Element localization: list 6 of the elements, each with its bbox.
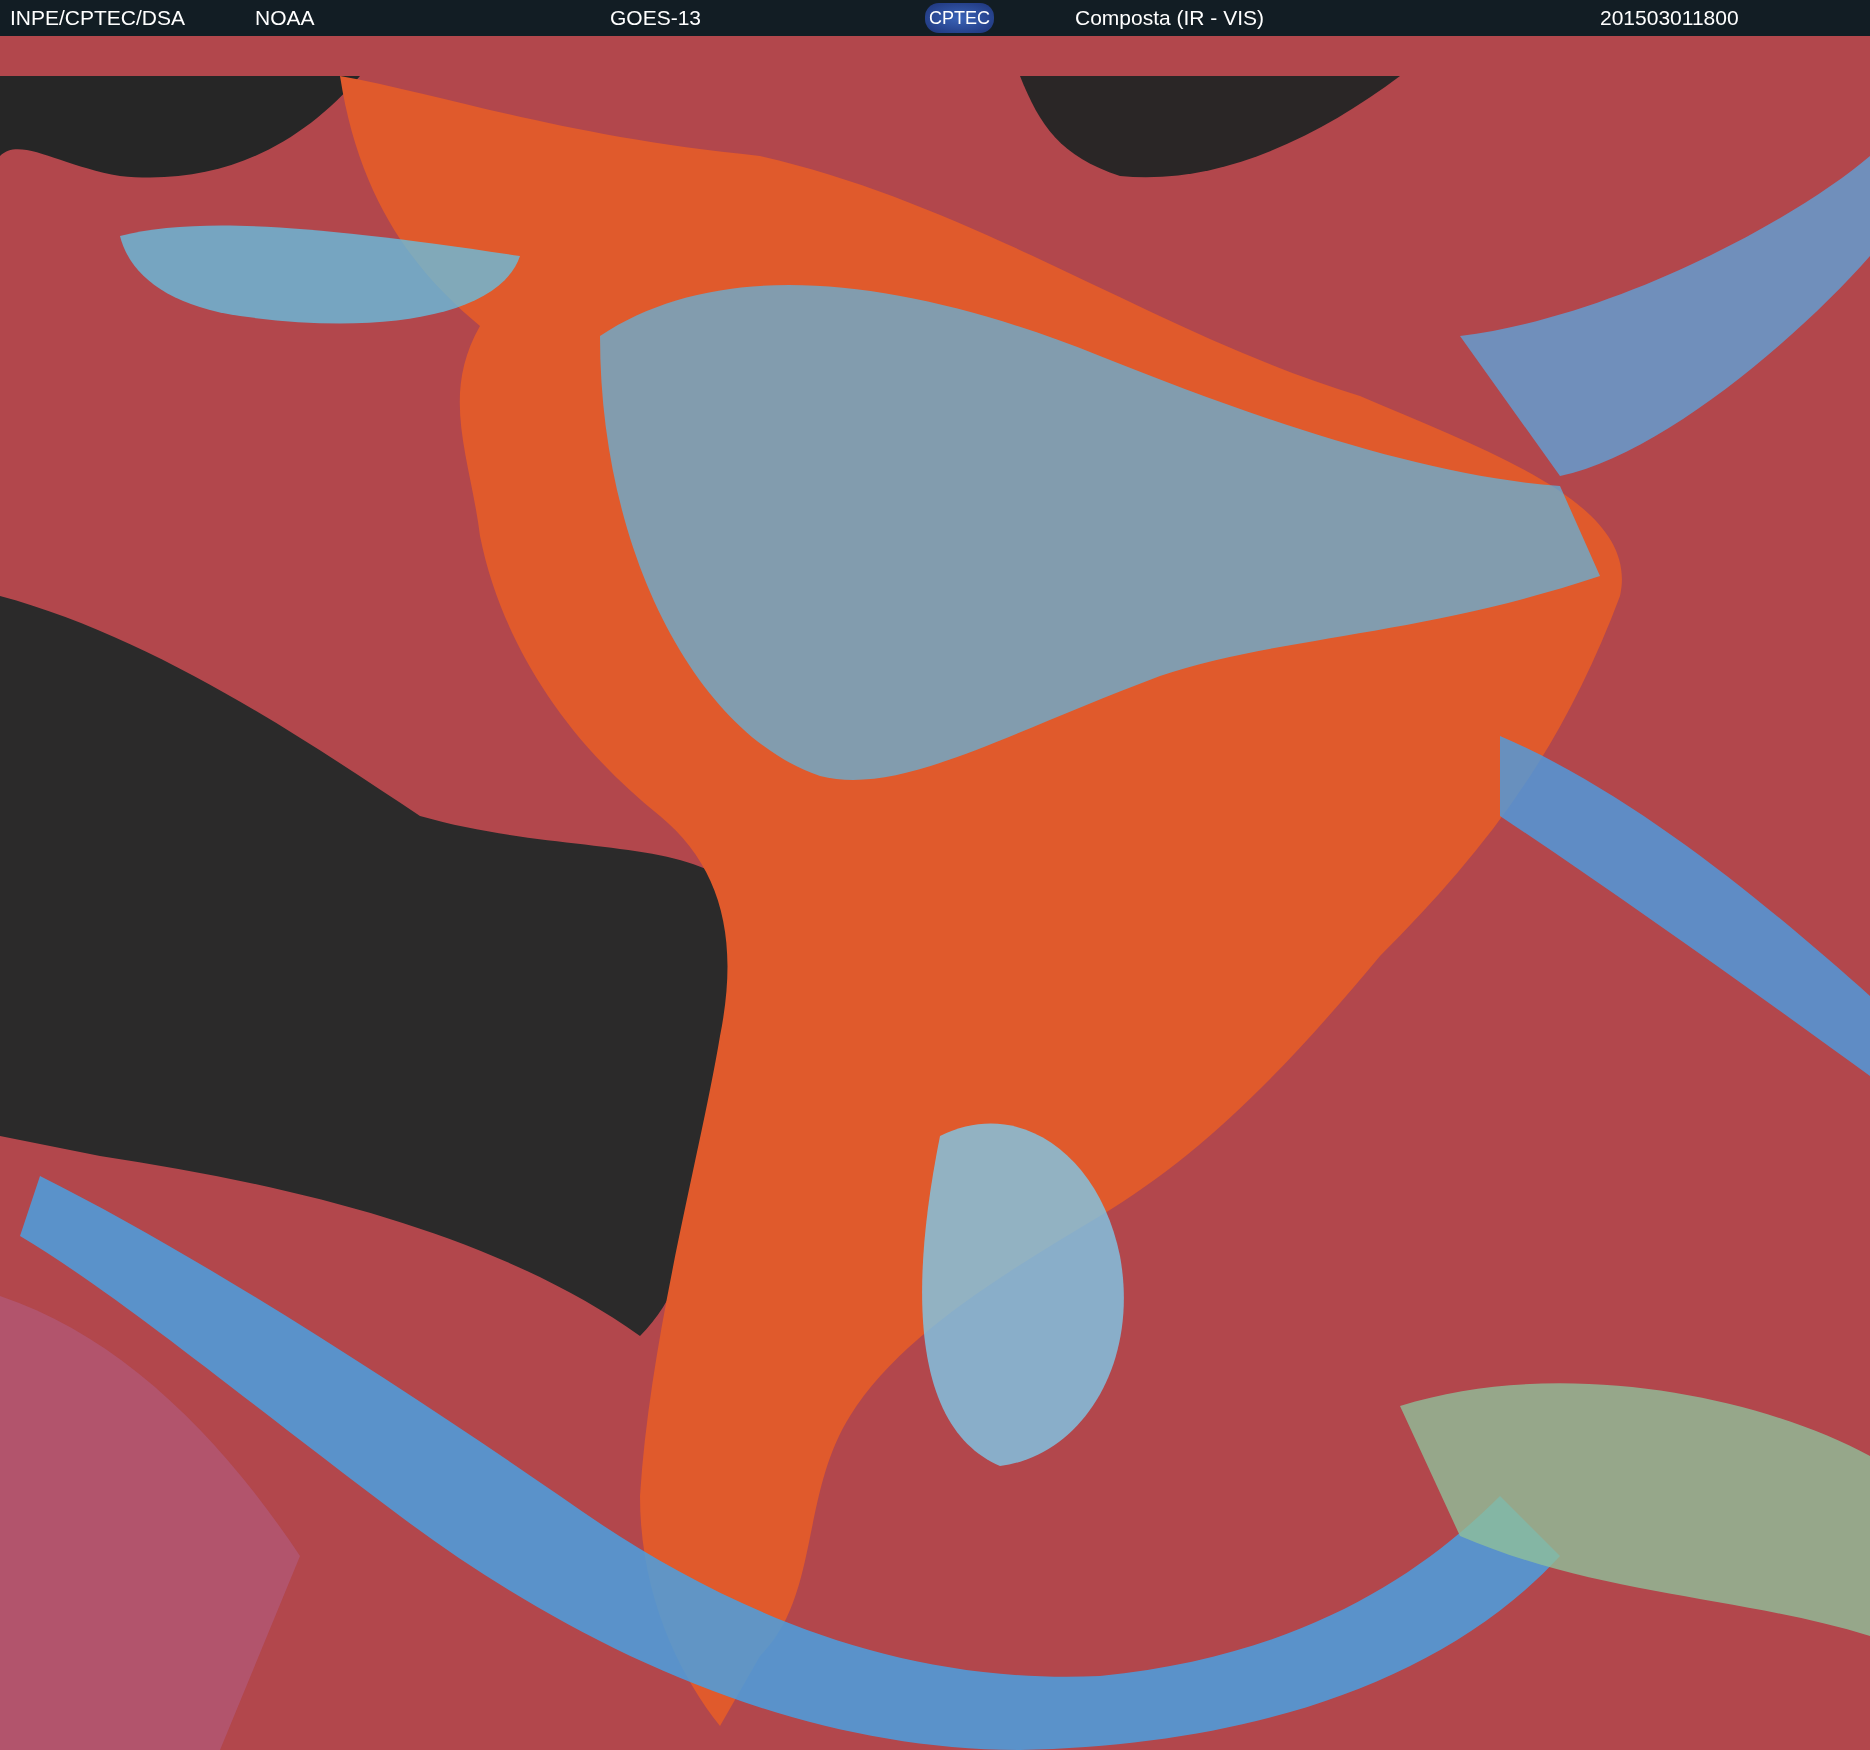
- timestamp-label: 201503011800: [1600, 6, 1739, 30]
- source-label: INPE/CPTEC/DSA: [10, 6, 186, 30]
- product-label: Composta (IR - VIS): [1075, 6, 1265, 30]
- logo: CPTEC: [925, 3, 994, 33]
- satellite-label: GOES-13: [610, 6, 702, 30]
- agency-label: NOAA: [255, 6, 315, 30]
